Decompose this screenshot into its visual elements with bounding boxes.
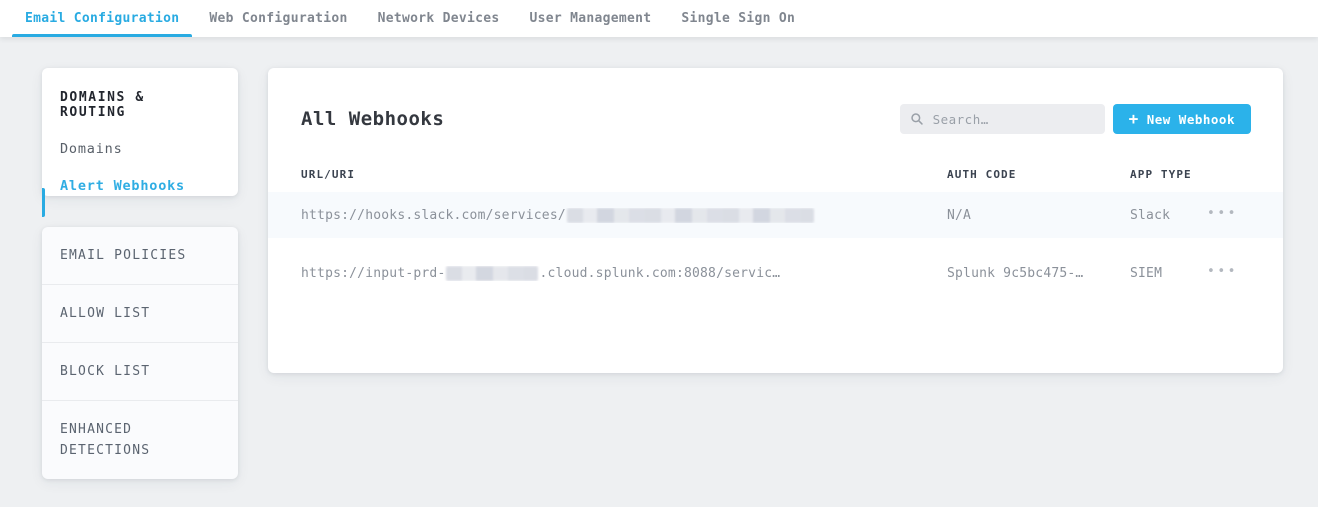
active-item-indicator-bar bbox=[42, 188, 45, 217]
auth-code-cell: Splunk 9c5bc475-… bbox=[947, 266, 1130, 281]
new-webhook-button-label: New Webhook bbox=[1147, 112, 1235, 127]
auth-code-cell: N/A bbox=[947, 208, 1130, 223]
sidebar-item-domains[interactable]: Domains bbox=[60, 141, 220, 157]
tab-network-devices[interactable]: Network Devices bbox=[363, 0, 515, 37]
column-header-url-uri: URL/URI bbox=[301, 168, 947, 181]
column-header-app-type: APP TYPE bbox=[1130, 168, 1207, 181]
sidebar-item-alert-webhooks[interactable]: Alert Webhooks bbox=[60, 178, 220, 194]
redacted-url-segment bbox=[567, 208, 814, 223]
webhook-url-text: .cloud.splunk.com:8088/servic… bbox=[539, 266, 780, 281]
page-title: All Webhooks bbox=[301, 108, 444, 130]
app-type-cell: SIEM bbox=[1130, 266, 1207, 281]
search-box[interactable] bbox=[900, 104, 1105, 134]
plus-icon: + bbox=[1129, 111, 1139, 127]
search-input[interactable] bbox=[933, 112, 1095, 127]
webhooks-panel: All Webhooks + New Webhook URL/URI bbox=[268, 68, 1283, 373]
table-row[interactable]: https://hooks.slack.com/services/ N/A Sl… bbox=[268, 192, 1283, 238]
more-actions-icon[interactable]: ••• bbox=[1207, 207, 1238, 220]
webhook-url-cell: https://hooks.slack.com/services/ bbox=[301, 208, 947, 223]
tab-user-management[interactable]: User Management bbox=[514, 0, 666, 37]
app-type-cell: Slack bbox=[1130, 208, 1207, 223]
tab-single-sign-on[interactable]: Single Sign On bbox=[666, 0, 810, 37]
webhooks-header: All Webhooks + New Webhook bbox=[268, 68, 1283, 134]
page: Email Configuration Web Configuration Ne… bbox=[0, 0, 1318, 507]
webhook-url-text: https://hooks.slack.com/services/ bbox=[301, 208, 566, 223]
sidebar-item-allow-list[interactable]: ALLOW LIST bbox=[42, 284, 238, 342]
sidebar-item-block-list[interactable]: BLOCK LIST bbox=[42, 342, 238, 400]
webhooks-table: URL/URI AUTH CODE APP TYPE https://hooks… bbox=[268, 156, 1283, 296]
table-row[interactable]: https://input-prd- .cloud.splunk.com:8088… bbox=[268, 250, 1283, 296]
content-area: DOMAINS & ROUTING Domains Alert Webhooks… bbox=[0, 37, 1318, 507]
tab-web-configuration[interactable]: Web Configuration bbox=[194, 0, 362, 37]
column-header-auth-code: AUTH CODE bbox=[947, 168, 1130, 181]
sidebar-heading-domains-routing: DOMAINS & ROUTING bbox=[60, 90, 220, 120]
new-webhook-button[interactable]: + New Webhook bbox=[1113, 104, 1251, 134]
more-actions-icon[interactable]: ••• bbox=[1207, 265, 1238, 278]
tab-email-configuration[interactable]: Email Configuration bbox=[10, 0, 194, 37]
sidebar-item-email-policies[interactable]: EMAIL POLICIES bbox=[42, 227, 238, 284]
search-icon bbox=[910, 112, 924, 126]
sidebar-sections-card: EMAIL POLICIES ALLOW LIST BLOCK LIST ENH… bbox=[42, 227, 238, 479]
webhook-url-text: https://input-prd- bbox=[301, 266, 445, 281]
sidebar-domains-routing-card: DOMAINS & ROUTING Domains Alert Webhooks bbox=[42, 68, 238, 196]
redacted-url-segment bbox=[446, 266, 538, 281]
top-navigation: Email Configuration Web Configuration Ne… bbox=[0, 0, 1318, 37]
webhook-url-cell: https://input-prd- .cloud.splunk.com:8088… bbox=[301, 266, 947, 281]
table-header-row: URL/URI AUTH CODE APP TYPE bbox=[268, 156, 1283, 192]
sidebar-item-enhanced-detections[interactable]: ENHANCED DETECTIONS bbox=[42, 400, 238, 479]
